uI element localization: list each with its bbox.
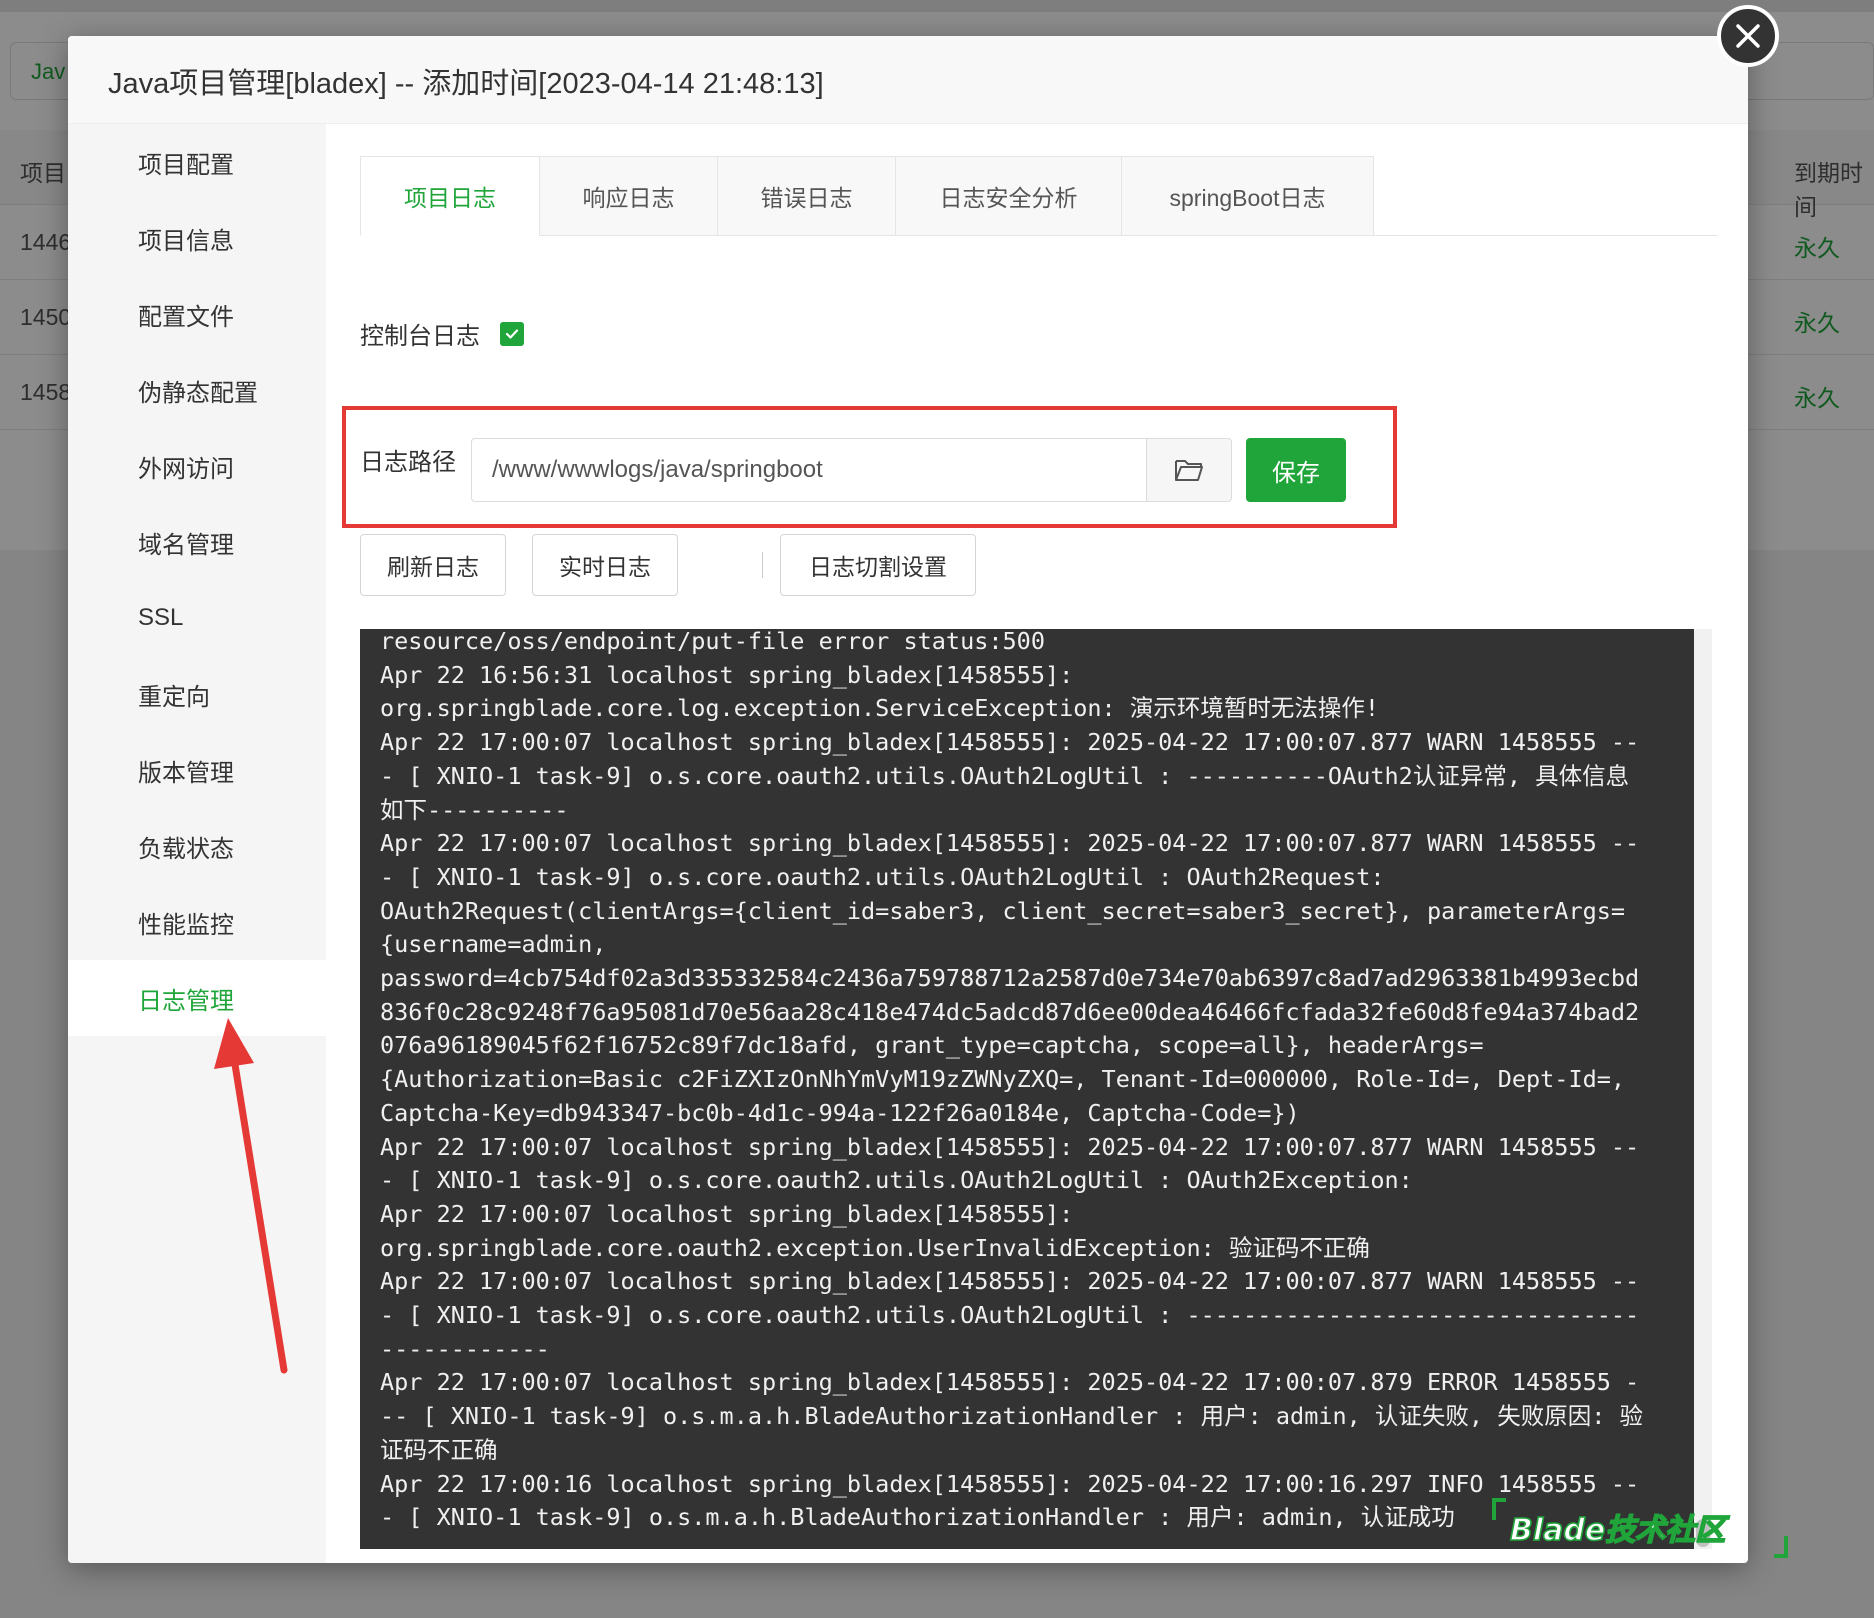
sidebar-item-external-access[interactable]: 外网访问: [68, 428, 326, 504]
rotate-label: 日志切割设置: [809, 554, 947, 580]
log-path-label: 日志路径: [360, 449, 456, 476]
tab-label: 错误日志: [760, 185, 853, 211]
log-line: org.springblade.core.log.exception.Servi…: [380, 694, 1380, 723]
log-path-input[interactable]: [471, 438, 1147, 502]
sidebar-item-redirect[interactable]: 重定向: [68, 656, 326, 732]
log-line: - [ XNIO-1 task-9] o.s.core.oauth2.utils…: [380, 1166, 1413, 1195]
folder-icon: [1175, 460, 1203, 481]
sidebar-item-label: 版本管理: [138, 759, 234, 787]
sidebar-item-label: 伪静态配置: [138, 379, 258, 407]
tab-label: springBoot日志: [1169, 185, 1326, 211]
close-icon: [1736, 24, 1760, 48]
log-scrollbar[interactable]: [1694, 629, 1712, 1549]
refresh-label: 刷新日志: [387, 554, 479, 580]
realtime-label: 实时日志: [559, 554, 651, 580]
sidebar-item-project-info[interactable]: 项目信息: [68, 200, 326, 276]
log-line: -- [ XNIO-1 task-9] o.s.m.a.h.BladeAutho…: [380, 1402, 1644, 1431]
check-icon: [505, 328, 519, 339]
sidebar-item-label: 日志管理: [138, 987, 234, 1015]
log-line: OAuth2Request(clientArgs={client_id=sabe…: [380, 896, 1626, 925]
log-line: Apr 22 17:00:07 localhost spring_bladex[…: [380, 829, 1640, 858]
log-line: Apr 22 16:56:31 localhost spring_bladex[…: [380, 660, 1074, 689]
log-line: resource/oss/endpoint/put-file error sta…: [380, 629, 1045, 655]
log-tabs: 项目日志 响应日志 错误日志 日志安全分析 springBoot日志: [360, 156, 1718, 236]
log-line: org.springblade.core.oauth2.exception.Us…: [380, 1233, 1370, 1262]
console-log-option: 控制台日志: [360, 316, 524, 351]
realtime-log-button[interactable]: 实时日志: [532, 534, 678, 596]
log-line: Apr 22 17:00:07 localhost spring_bladex[…: [380, 1199, 1074, 1228]
save-label: 保存: [1272, 459, 1320, 487]
log-line: password=4cb754df02a3d335332584c2436a759…: [380, 964, 1640, 993]
sidebar-item-label: 性能监控: [138, 911, 234, 939]
sidebar-item-label: 项目信息: [138, 227, 234, 255]
tab-response-log[interactable]: 响应日志: [539, 156, 718, 236]
watermark-text: Blade技术社区: [1510, 1513, 1730, 1548]
log-rotate-settings-button[interactable]: 日志切割设置: [780, 534, 976, 596]
tab-springboot-log[interactable]: springBoot日志: [1121, 156, 1374, 236]
log-line: {Authorization=Basic c2FiZXIzOnNhYmVyM19…: [380, 1065, 1626, 1094]
console-log-label: 控制台日志: [360, 323, 480, 350]
log-line: Apr 22 17:00:07 localhost spring_bladex[…: [380, 1132, 1640, 1161]
sidebar-item-label: 项目配置: [138, 151, 234, 179]
tab-label: 日志安全分析: [939, 185, 1078, 211]
console-log-checkbox[interactable]: [500, 321, 524, 346]
log-line: 证码不正确: [380, 1435, 498, 1464]
sidebar-item-version[interactable]: 版本管理: [68, 732, 326, 808]
modal-sidebar: 项目配置 项目信息 配置文件 伪静态配置 外网访问 域名管理 SSL 重定向 版…: [68, 124, 326, 1563]
log-line: - [ XNIO-1 task-9] o.s.core.oauth2.utils…: [380, 862, 1385, 891]
log-output[interactable]: resource/oss/endpoint/put-file error sta…: [360, 629, 1712, 1549]
log-line: 836f0c28c9248f76a95081d70e56aa28c418e474…: [380, 997, 1640, 1026]
sidebar-item-domain[interactable]: 域名管理: [68, 504, 326, 580]
action-separator: [762, 552, 763, 578]
sidebar-item-load-status[interactable]: 负载状态: [68, 808, 326, 884]
sidebar-item-label: 负载状态: [138, 835, 234, 863]
tab-label: 项目日志: [404, 185, 496, 211]
log-management-panel: 项目日志 响应日志 错误日志 日志安全分析 springBoot日志 控制台日志…: [326, 124, 1748, 1563]
watermark: Blade技术社区: [1492, 1498, 1788, 1558]
tab-log-security-analysis[interactable]: 日志安全分析: [895, 156, 1122, 236]
sidebar-item-ssl[interactable]: SSL: [68, 580, 326, 656]
tab-project-log[interactable]: 项目日志: [360, 156, 540, 236]
log-line: ------------: [380, 1334, 550, 1363]
log-line: Apr 22 17:00:07 localhost spring_bladex[…: [380, 1368, 1640, 1397]
sidebar-item-label: 外网访问: [138, 455, 234, 483]
sidebar-item-log-management[interactable]: 日志管理: [68, 960, 326, 1036]
java-project-modal: Java项目管理[bladex] -- 添加时间[2023-04-14 21:4…: [68, 36, 1748, 1563]
log-line: {username=admin,: [380, 930, 607, 959]
log-line: 如下----------: [380, 795, 569, 824]
tab-error-log[interactable]: 错误日志: [717, 156, 896, 236]
sidebar-item-label: 域名管理: [138, 531, 234, 559]
sidebar-item-config-file[interactable]: 配置文件: [68, 276, 326, 352]
sidebar-item-project-config[interactable]: 项目配置: [68, 124, 326, 200]
close-modal-button[interactable]: [1717, 5, 1779, 67]
save-button[interactable]: 保存: [1246, 438, 1346, 502]
sidebar-item-rewrite[interactable]: 伪静态配置: [68, 352, 326, 428]
select-folder-button[interactable]: [1146, 438, 1232, 502]
log-output-text: resource/oss/endpoint/put-file error sta…: [380, 629, 1690, 1535]
log-line: Apr 22 17:00:07 localhost spring_bladex[…: [380, 1267, 1640, 1296]
log-line: Apr 22 17:00:07 localhost spring_bladex[…: [380, 728, 1640, 757]
refresh-log-button[interactable]: 刷新日志: [360, 534, 506, 596]
modal-title: Java项目管理[bladex] -- 添加时间[2023-04-14 21:4…: [68, 36, 1748, 124]
log-line: 076a96189045f62f16752c89f7dc18afd, grant…: [380, 1031, 1484, 1060]
log-line: - [ XNIO-1 task-9] o.s.core.oauth2.utils…: [380, 761, 1630, 790]
sidebar-item-label: SSL: [138, 604, 184, 631]
tab-label: 响应日志: [582, 185, 675, 211]
sidebar-item-label: 配置文件: [138, 303, 234, 331]
sidebar-item-label: 重定向: [138, 683, 210, 711]
log-line: - [ XNIO-1 task-9] o.s.core.oauth2.utils…: [380, 1301, 1640, 1330]
sidebar-item-performance[interactable]: 性能监控: [68, 884, 326, 960]
log-line: Captcha-Key=db943347-bc0b-4d1c-994a-122f…: [380, 1098, 1300, 1127]
